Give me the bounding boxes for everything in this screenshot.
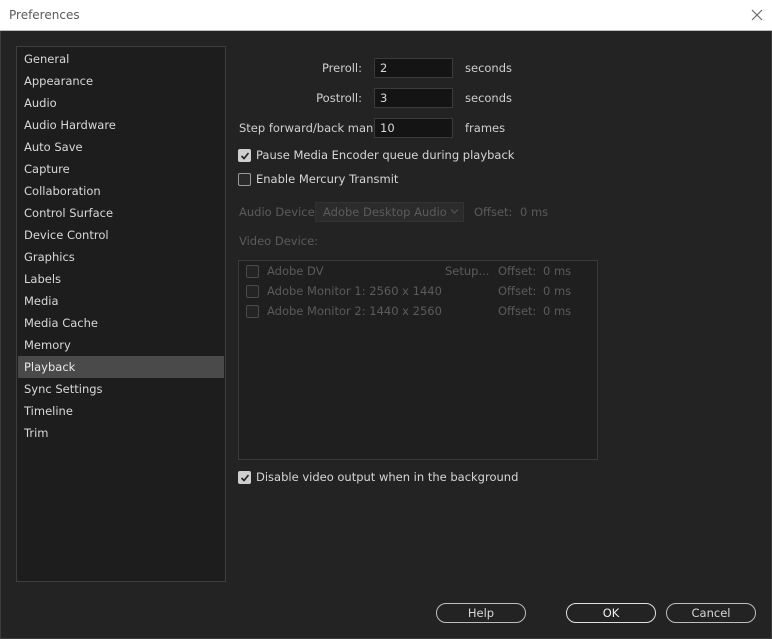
- sidebar-item-collaboration[interactable]: Collaboration: [18, 180, 224, 202]
- pause-encoder-checkbox[interactable]: [238, 149, 251, 162]
- audio-device-value: Adobe Desktop Audio: [323, 205, 447, 219]
- sidebar-item-media-cache[interactable]: Media Cache: [18, 312, 224, 334]
- sidebar-item-appearance[interactable]: Appearance: [18, 70, 224, 92]
- window-title: Preferences: [9, 8, 80, 22]
- step-unit: frames: [465, 121, 506, 135]
- sidebar-item-memory[interactable]: Memory: [18, 334, 224, 356]
- pause-encoder-label[interactable]: Pause Media Encoder queue during playbac…: [256, 148, 514, 162]
- sidebar-item-audio-hardware[interactable]: Audio Hardware: [18, 114, 224, 136]
- video-device-name: Adobe Monitor 1: 2560 x 1440: [267, 284, 442, 298]
- audio-device-label: Audio Device:: [239, 205, 319, 219]
- sidebar-item-control-surface[interactable]: Control Surface: [18, 202, 224, 224]
- video-device-checkbox[interactable]: [246, 285, 259, 298]
- sidebar-item-general[interactable]: General: [18, 48, 224, 70]
- audio-offset-value: 0 ms: [520, 205, 549, 219]
- sidebar-item-trim[interactable]: Trim: [18, 422, 224, 444]
- chevron-down-icon: [450, 209, 459, 214]
- sidebar-item-sync-settings[interactable]: Sync Settings: [18, 378, 224, 400]
- video-offset-label: Offset:: [498, 304, 537, 318]
- mercury-transmit-checkbox[interactable]: [238, 173, 251, 186]
- video-device-label: Video Device:: [239, 234, 319, 248]
- postroll-unit: seconds: [465, 91, 513, 105]
- postroll-label: Postroll:: [316, 91, 362, 105]
- sidebar-item-audio[interactable]: Audio: [18, 92, 224, 114]
- video-offset-value: 0 ms: [543, 264, 572, 278]
- preroll-label: Preroll:: [321, 61, 362, 75]
- video-device-checkbox[interactable]: [246, 265, 259, 278]
- setup-button[interactable]: Setup...: [445, 264, 489, 278]
- sidebar-item-playback[interactable]: Playback: [18, 356, 224, 378]
- close-icon: [751, 9, 763, 21]
- ok-button[interactable]: OK: [566, 603, 656, 623]
- audio-offset-label: Offset:: [474, 205, 513, 219]
- audio-device-select[interactable]: Adobe Desktop Audio: [315, 202, 464, 222]
- preroll-input[interactable]: 2: [374, 58, 453, 78]
- video-offset-label: Offset:: [498, 264, 537, 278]
- checkmark-icon: [240, 474, 250, 482]
- video-device-checkbox[interactable]: [246, 305, 259, 318]
- postroll-input[interactable]: 3: [374, 88, 453, 108]
- checkmark-icon: [240, 152, 250, 160]
- video-offset-value: 0 ms: [543, 284, 572, 298]
- mercury-transmit-label[interactable]: Enable Mercury Transmit: [256, 172, 398, 186]
- disable-background-output-checkbox[interactable]: [238, 471, 251, 484]
- video-device-name: Adobe DV: [267, 264, 324, 278]
- video-offset-label: Offset:: [498, 284, 537, 298]
- preroll-unit: seconds: [465, 61, 513, 75]
- sidebar-item-labels[interactable]: Labels: [18, 268, 224, 290]
- video-device-name: Adobe Monitor 2: 1440 x 2560: [267, 304, 442, 318]
- sidebar-item-auto-save[interactable]: Auto Save: [18, 136, 224, 158]
- sidebar-item-capture[interactable]: Capture: [18, 158, 224, 180]
- category-list: General Appearance Audio Audio Hardware …: [16, 46, 226, 582]
- step-input[interactable]: 10: [374, 118, 453, 138]
- sidebar-item-media[interactable]: Media: [18, 290, 224, 312]
- disable-background-output-label[interactable]: Disable video output when in the backgro…: [256, 470, 518, 484]
- sidebar-item-timeline[interactable]: Timeline: [18, 400, 224, 422]
- cancel-button[interactable]: Cancel: [666, 603, 756, 623]
- title-bar: Preferences: [0, 0, 772, 31]
- sidebar-item-graphics[interactable]: Graphics: [18, 246, 224, 268]
- video-offset-value: 0 ms: [543, 304, 572, 318]
- sidebar-item-device-control[interactable]: Device Control: [18, 224, 224, 246]
- close-button[interactable]: [744, 2, 770, 28]
- help-button[interactable]: Help: [436, 603, 526, 623]
- step-label: Step forward/back many:: [239, 121, 384, 135]
